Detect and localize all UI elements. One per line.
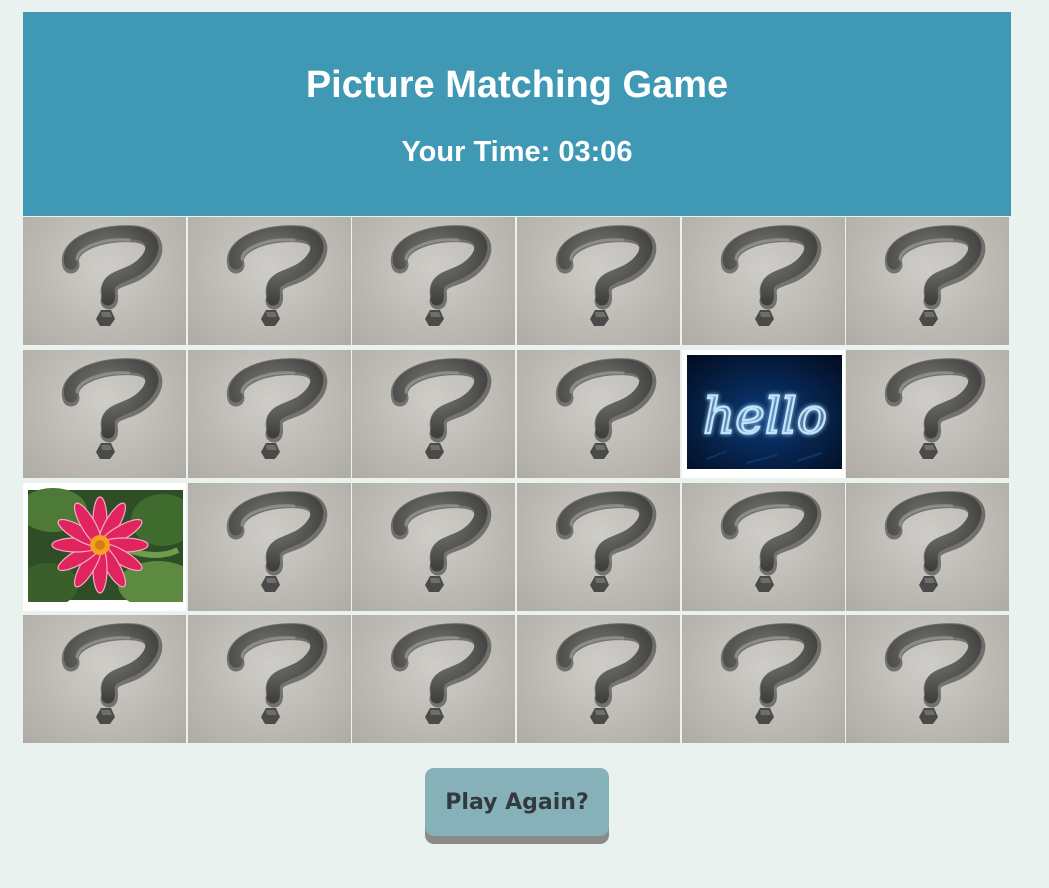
question-mark-icon	[884, 491, 986, 592]
question-mark-icon	[390, 623, 492, 724]
question-mark-icon	[884, 225, 986, 326]
card-hidden[interactable]	[682, 483, 845, 611]
question-mark-icon	[61, 225, 163, 326]
question-mark-icon	[555, 358, 657, 459]
card-hidden[interactable]	[23, 350, 186, 478]
card-hidden[interactable]	[682, 217, 845, 345]
question-mark-icon	[226, 225, 328, 326]
flower-image	[28, 488, 183, 602]
card-hidden[interactable]	[352, 350, 515, 478]
card-hidden[interactable]	[517, 217, 680, 345]
card-hidden[interactable]	[846, 483, 1009, 611]
question-mark-icon	[884, 358, 986, 459]
neon-hello-image: hello	[687, 355, 842, 469]
question-mark-icon	[226, 491, 328, 592]
question-mark-icon	[226, 358, 328, 459]
card-hidden[interactable]	[188, 483, 351, 611]
question-mark-icon	[61, 623, 163, 724]
question-mark-icon	[390, 491, 492, 592]
card-hidden[interactable]	[846, 615, 1009, 743]
card-revealed[interactable]: hello	[682, 350, 845, 478]
question-mark-icon	[226, 623, 328, 724]
card-hidden[interactable]	[188, 217, 351, 345]
card-hidden[interactable]	[846, 217, 1009, 345]
card-hidden[interactable]	[517, 350, 680, 478]
timer-display: Your Time: 03:06	[401, 136, 633, 168]
question-mark-icon	[555, 225, 657, 326]
question-mark-icon	[720, 225, 822, 326]
card-hidden[interactable]	[352, 615, 515, 743]
card-hidden[interactable]	[846, 350, 1009, 478]
play-again-button[interactable]: Play Again?	[425, 768, 609, 836]
question-mark-icon	[61, 358, 163, 459]
card-hidden[interactable]	[517, 483, 680, 611]
card-grid: hello	[23, 217, 1011, 745]
card-revealed[interactable]	[23, 483, 186, 611]
question-mark-icon	[390, 358, 492, 459]
game-title: Picture Matching Game	[305, 64, 729, 106]
neon-hello-text: hello	[703, 387, 827, 445]
card-hidden[interactable]	[352, 217, 515, 345]
question-mark-icon	[720, 623, 822, 724]
game-header: Picture Matching Game Your Time: 03:06	[23, 12, 1011, 216]
question-mark-icon	[720, 491, 822, 592]
card-hidden[interactable]	[23, 217, 186, 345]
card-hidden[interactable]	[23, 615, 186, 743]
card-hidden[interactable]	[352, 483, 515, 611]
question-mark-icon	[390, 225, 492, 326]
question-mark-icon	[555, 623, 657, 724]
question-mark-icon	[884, 623, 986, 724]
card-hidden[interactable]	[682, 615, 845, 743]
card-hidden[interactable]	[517, 615, 680, 743]
card-hidden[interactable]	[188, 350, 351, 478]
card-hidden[interactable]	[188, 615, 351, 743]
question-mark-icon	[555, 491, 657, 592]
